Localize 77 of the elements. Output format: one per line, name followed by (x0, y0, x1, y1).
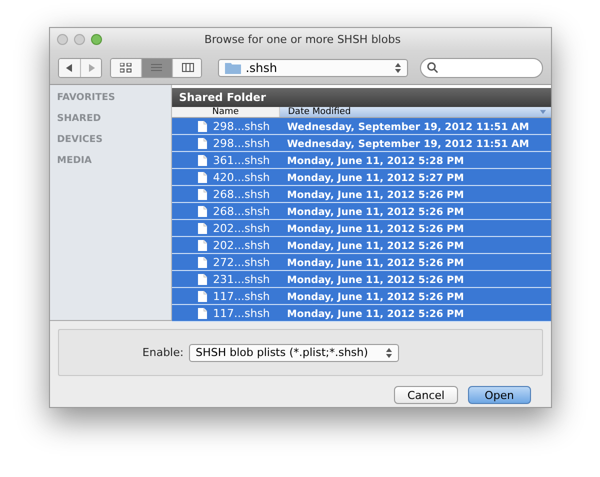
file-name: 272...shsh (213, 256, 270, 268)
file-name: 420...shsh (213, 170, 270, 184)
document-icon (198, 290, 207, 302)
file-row[interactable]: 117...shsh Monday, June 11, 2012 5:26 PM (172, 305, 551, 322)
forward-arrow-icon (88, 64, 95, 72)
file-date: Monday, June 11, 2012 5:26 PM (287, 258, 464, 268)
file-date: Monday, June 11, 2012 5:26 PM (287, 240, 464, 252)
document-icon (198, 120, 207, 132)
file-name: 202...shsh (213, 222, 270, 234)
document-icon (198, 256, 207, 268)
file-name: 231...shsh (213, 272, 270, 286)
document-icon (198, 138, 207, 148)
file-row[interactable]: 202...shsh Monday, June 11, 2012 5:26 PM (172, 237, 551, 254)
view-button[interactable] (142, 58, 173, 76)
sidebar-heading[interactable]: SHARED (50, 113, 171, 134)
back-button[interactable] (59, 58, 81, 76)
close-button[interactable] (57, 34, 68, 45)
view-button[interactable] (110, 58, 142, 76)
file-row[interactable]: 268...shsh Monday, June 11, 2012 5:26 PM (172, 186, 551, 203)
document-icon (198, 154, 207, 166)
stepper-icon (395, 62, 401, 72)
file-date: Monday, June 11, 2012 5:26 PM (287, 206, 464, 218)
filter-label: Enable: (142, 346, 184, 359)
cancel-button[interactable]: Cancel (394, 386, 458, 404)
file-name: 298...shsh (213, 136, 270, 150)
file-name: 117...shsh (213, 306, 270, 320)
columns-icon (182, 62, 194, 72)
document-icon (198, 274, 207, 284)
sidebar-heading[interactable]: FAVORITES (50, 92, 171, 113)
column-header[interactable]: Date Modified (280, 107, 551, 117)
grid-icon (120, 62, 132, 72)
document-icon (198, 308, 207, 318)
sort-arrow-icon (540, 110, 546, 114)
file-name: 268...shsh (213, 204, 270, 218)
filter-popup[interactable]: SHSH blob plists (*.plist;*.shsh) (188, 344, 399, 362)
file-date: Monday, June 11, 2012 5:26 PM (287, 190, 464, 200)
file-row[interactable]: 361...shsh Monday, June 11, 2012 5:28 PM (172, 152, 551, 169)
file-row[interactable]: 272...shsh Monday, June 11, 2012 5:26 PM (172, 254, 551, 271)
open-button[interactable]: Open (468, 386, 531, 404)
folder-icon (224, 62, 241, 74)
file-date: Monday, June 11, 2012 5:28 PM (287, 156, 464, 166)
file-row[interactable]: 231...shsh Monday, June 11, 2012 5:26 PM (172, 271, 551, 288)
document-icon (198, 240, 207, 250)
file-row[interactable]: 202...shsh Monday, June 11, 2012 5:26 PM (172, 220, 551, 237)
file-name: 202...shsh (213, 238, 270, 252)
file-row[interactable]: 298...shsh Wednesday, September 19, 2012 11:51 AM (172, 118, 551, 135)
file-row[interactable]: 268...shsh Monday, June 11, 2012 5:26 PM (172, 203, 551, 220)
file-name: 298...shsh (213, 120, 270, 132)
file-name: 268...shsh (213, 188, 270, 200)
file-date: Wednesday, September 19, 2012 11:51 AM (287, 138, 530, 150)
file-date: Monday, June 11, 2012 5:26 PM (287, 224, 464, 234)
file-name: 361...shsh (213, 154, 270, 166)
file-row[interactable]: 298...shsh Wednesday, September 19, 2012 11:51 AM (172, 135, 551, 152)
document-icon (198, 172, 207, 182)
file-date: Monday, June 11, 2012 5:26 PM (287, 292, 464, 302)
zoom-button[interactable] (91, 34, 102, 45)
document-icon (198, 188, 207, 200)
file-date: Wednesday, September 19, 2012 11:51 AM (287, 122, 530, 132)
search-field[interactable] (420, 58, 543, 78)
file-row[interactable]: 420...shsh Monday, June 11, 2012 5:27 PM (172, 169, 551, 186)
stepper-icon (386, 348, 392, 358)
document-icon (198, 206, 207, 216)
file-date: Monday, June 11, 2012 5:26 PM (287, 308, 464, 320)
minimize-button[interactable] (74, 34, 85, 45)
window-title: Browse for one or more SHSH blobs (203, 33, 402, 46)
document-icon (198, 222, 207, 234)
location-popup[interactable]: .shsh (218, 58, 408, 76)
file-date: Monday, June 11, 2012 5:27 PM (287, 172, 464, 184)
sidebar-heading[interactable]: DEVICES (50, 134, 171, 155)
file-name: 117...shsh (213, 290, 270, 302)
file-date: Monday, June 11, 2012 5:26 PM (287, 274, 464, 286)
folder-header: Shared Folder (172, 88, 551, 107)
list-icon (150, 62, 163, 72)
sidebar-heading[interactable]: MEDIA (50, 155, 171, 176)
back-arrow-icon (66, 64, 73, 72)
search-icon (427, 62, 438, 73)
file-row[interactable]: 117...shsh Monday, June 11, 2012 5:26 PM (172, 288, 551, 305)
